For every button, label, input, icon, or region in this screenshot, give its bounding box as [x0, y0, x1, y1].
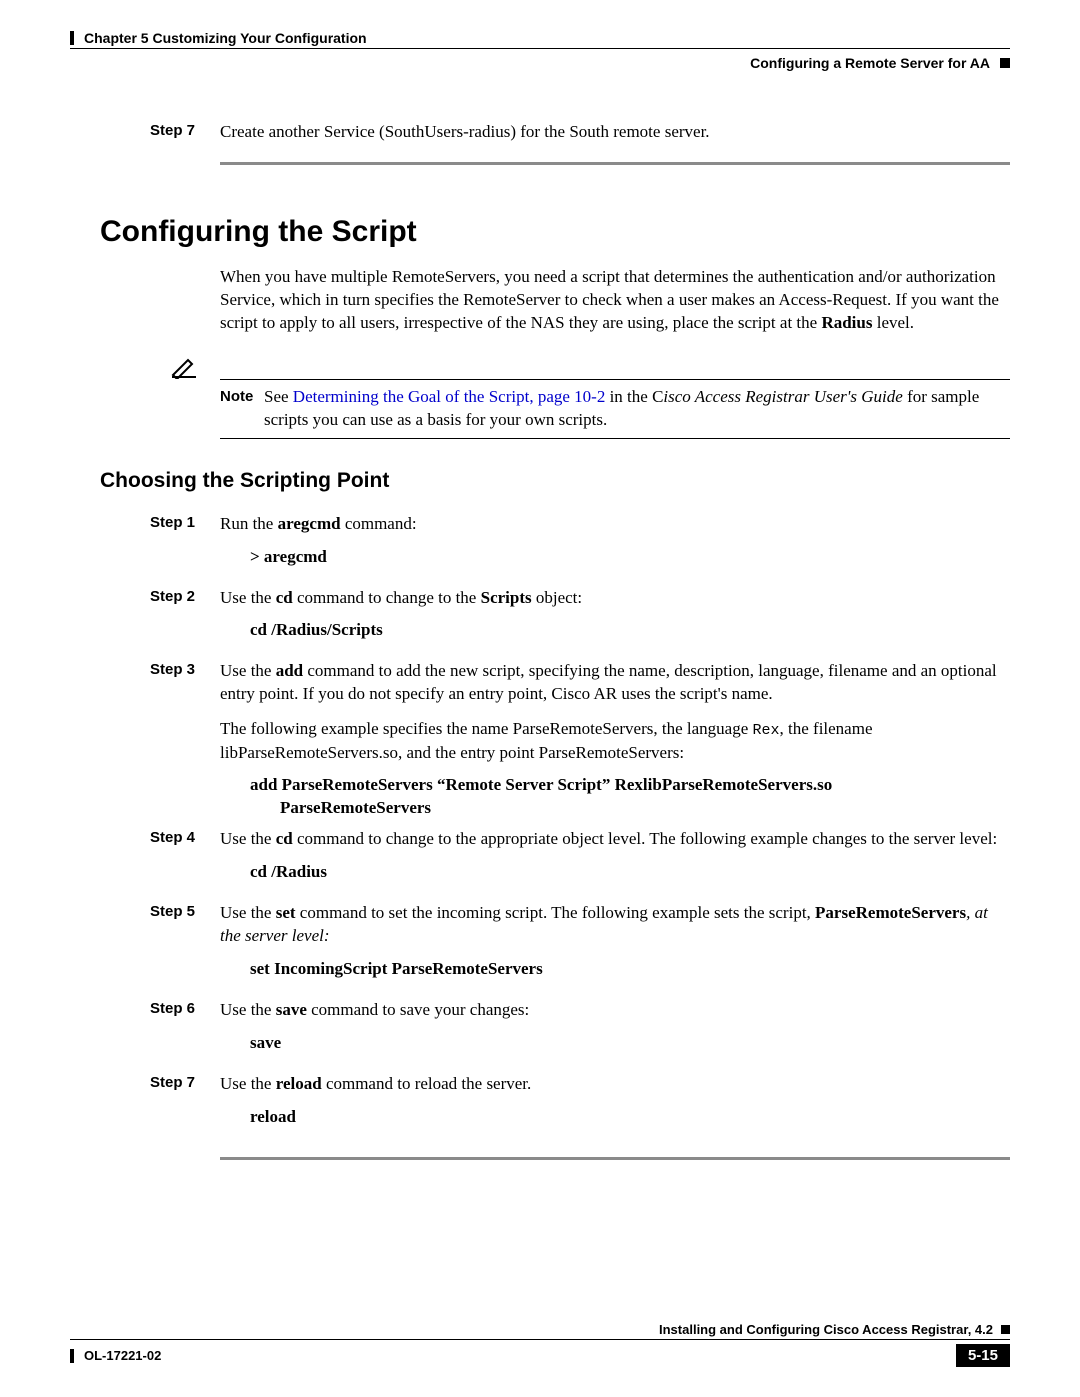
note-rule-bottom [220, 438, 1010, 439]
footer-book-title: Installing and Configuring Cisco Access … [659, 1322, 993, 1337]
chapter-label: Chapter 5 Customizing Your Configuration [84, 30, 367, 46]
section-label: Configuring a Remote Server for AA [750, 55, 990, 71]
step-label: Step 6 [70, 999, 220, 1065]
step-label: Step 2 [70, 587, 220, 653]
command-cd-radius: cd /Radius [250, 861, 1010, 884]
command-set-incomingscript: set IncomingScript ParseRemoteServers [250, 958, 1010, 981]
step-body: Use the reload command to reload the ser… [220, 1073, 1010, 1139]
step-body: Use the add command to add the new scrip… [220, 660, 1010, 820]
step-body: Use the save command to save your change… [220, 999, 1010, 1065]
step-label: Step 4 [70, 828, 220, 894]
step-label: Step 7 [70, 1073, 220, 1139]
intro-paragraph: When you have multiple RemoteServers, yo… [220, 266, 1010, 335]
step-label: Step 3 [70, 660, 220, 820]
step-label: Step 7 [70, 121, 220, 144]
note-xref-link[interactable]: Determining the Goal of the Script, page… [293, 387, 606, 406]
footer-square-icon [1001, 1325, 1010, 1334]
footer-rule [70, 1339, 1010, 1340]
step-row: Step 1 Run the aregcmd command: > aregcm… [70, 513, 1010, 579]
command-cd-scripts: cd /Radius/Scripts [250, 619, 1010, 642]
procedure-end-rule [220, 1157, 1010, 1160]
step-label: Step 1 [70, 513, 220, 579]
note-text: See Determining the Goal of the Script, … [264, 386, 1010, 432]
step-row: Step 7 Create another Service (SouthUser… [70, 121, 1010, 144]
footer: Installing and Configuring Cisco Access … [70, 1322, 1010, 1367]
step-body: Create another Service (SouthUsers-radiu… [220, 121, 1010, 144]
step-row: Step 5 Use the set command to set the in… [70, 902, 1010, 991]
note-block: Note See Determining the Goal of the Scr… [170, 355, 1010, 439]
note-rule-top [220, 379, 1010, 380]
footer-bar-icon [70, 1349, 74, 1363]
header-square-icon [1000, 58, 1010, 68]
step-body: Run the aregcmd command: > aregcmd [220, 513, 1010, 579]
command-aregcmd: > aregcmd [250, 546, 1010, 569]
intro-bold: Radius [821, 313, 872, 332]
step-body: Use the set command to set the incoming … [220, 902, 1010, 991]
command-reload: reload [250, 1106, 1010, 1129]
page: Chapter 5 Customizing Your Configuration… [0, 0, 1080, 1397]
step-row: Step 6 Use the save command to save your… [70, 999, 1010, 1065]
intro-after: level. [872, 313, 914, 332]
page-number: 5-15 [956, 1344, 1010, 1367]
running-header: Chapter 5 Customizing Your Configuration [70, 30, 1010, 46]
step-label: Step 5 [70, 902, 220, 991]
step-body: Use the cd command to change to the appr… [220, 828, 1010, 894]
procedure-end-rule [220, 162, 1010, 165]
running-subheader: Configuring a Remote Server for AA [70, 55, 1010, 71]
step-row: Step 7 Use the reload command to reload … [70, 1073, 1010, 1139]
header-bar-icon [70, 31, 74, 45]
footer-doc-number: OL-17221-02 [84, 1348, 161, 1363]
heading-choosing-scripting-point: Choosing the Scripting Point [100, 469, 1010, 493]
step-body: Use the cd command to change to the Scri… [220, 587, 1010, 653]
header-rule [70, 48, 1010, 49]
note-label: Note [220, 386, 264, 407]
pencil-icon [170, 355, 200, 379]
step-row: Step 2 Use the cd command to change to t… [70, 587, 1010, 653]
command-save: save [250, 1032, 1010, 1055]
step-row: Step 4 Use the cd command to change to t… [70, 828, 1010, 894]
command-add-script: add ParseRemoteServers “Remote Server Sc… [250, 774, 1010, 820]
heading-configuring-script: Configuring the Script [100, 215, 1010, 249]
content: Step 7 Create another Service (SouthUser… [70, 121, 1010, 1160]
step-row: Step 3 Use the add command to add the ne… [70, 660, 1010, 820]
